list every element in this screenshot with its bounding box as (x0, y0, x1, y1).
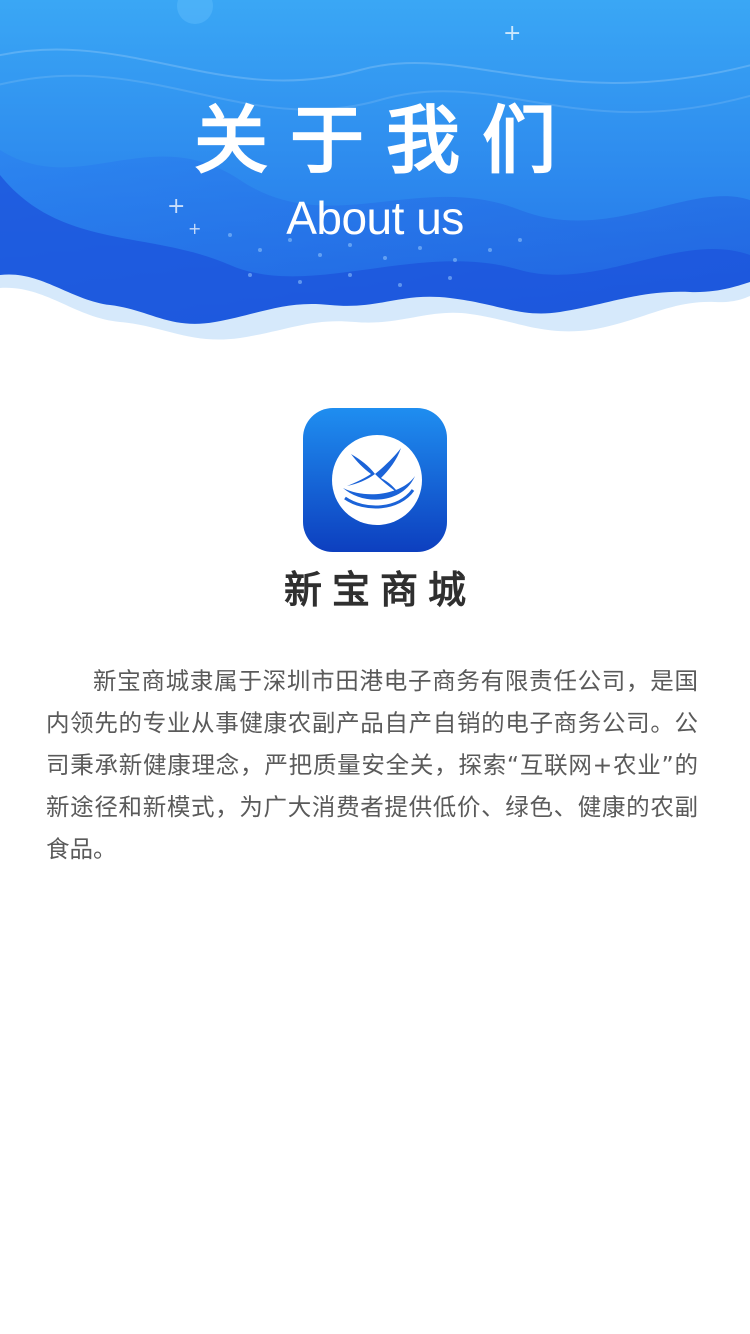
page-subtitle: About us (286, 192, 464, 244)
app-name: 新宝商城 (283, 568, 476, 612)
company-introduction: 新宝商城隶属于深圳市田港电子商务有限责任公司，是国内领先的专业从事健康农副产品自… (46, 667, 698, 863)
xinbao-mall-logo-icon (303, 408, 447, 552)
sparkle-icon: + (503, 21, 522, 46)
page-title: 关于我们 (194, 98, 578, 184)
header-banner: + + + 关于我们 About us (0, 0, 750, 360)
app-logo (303, 408, 447, 552)
